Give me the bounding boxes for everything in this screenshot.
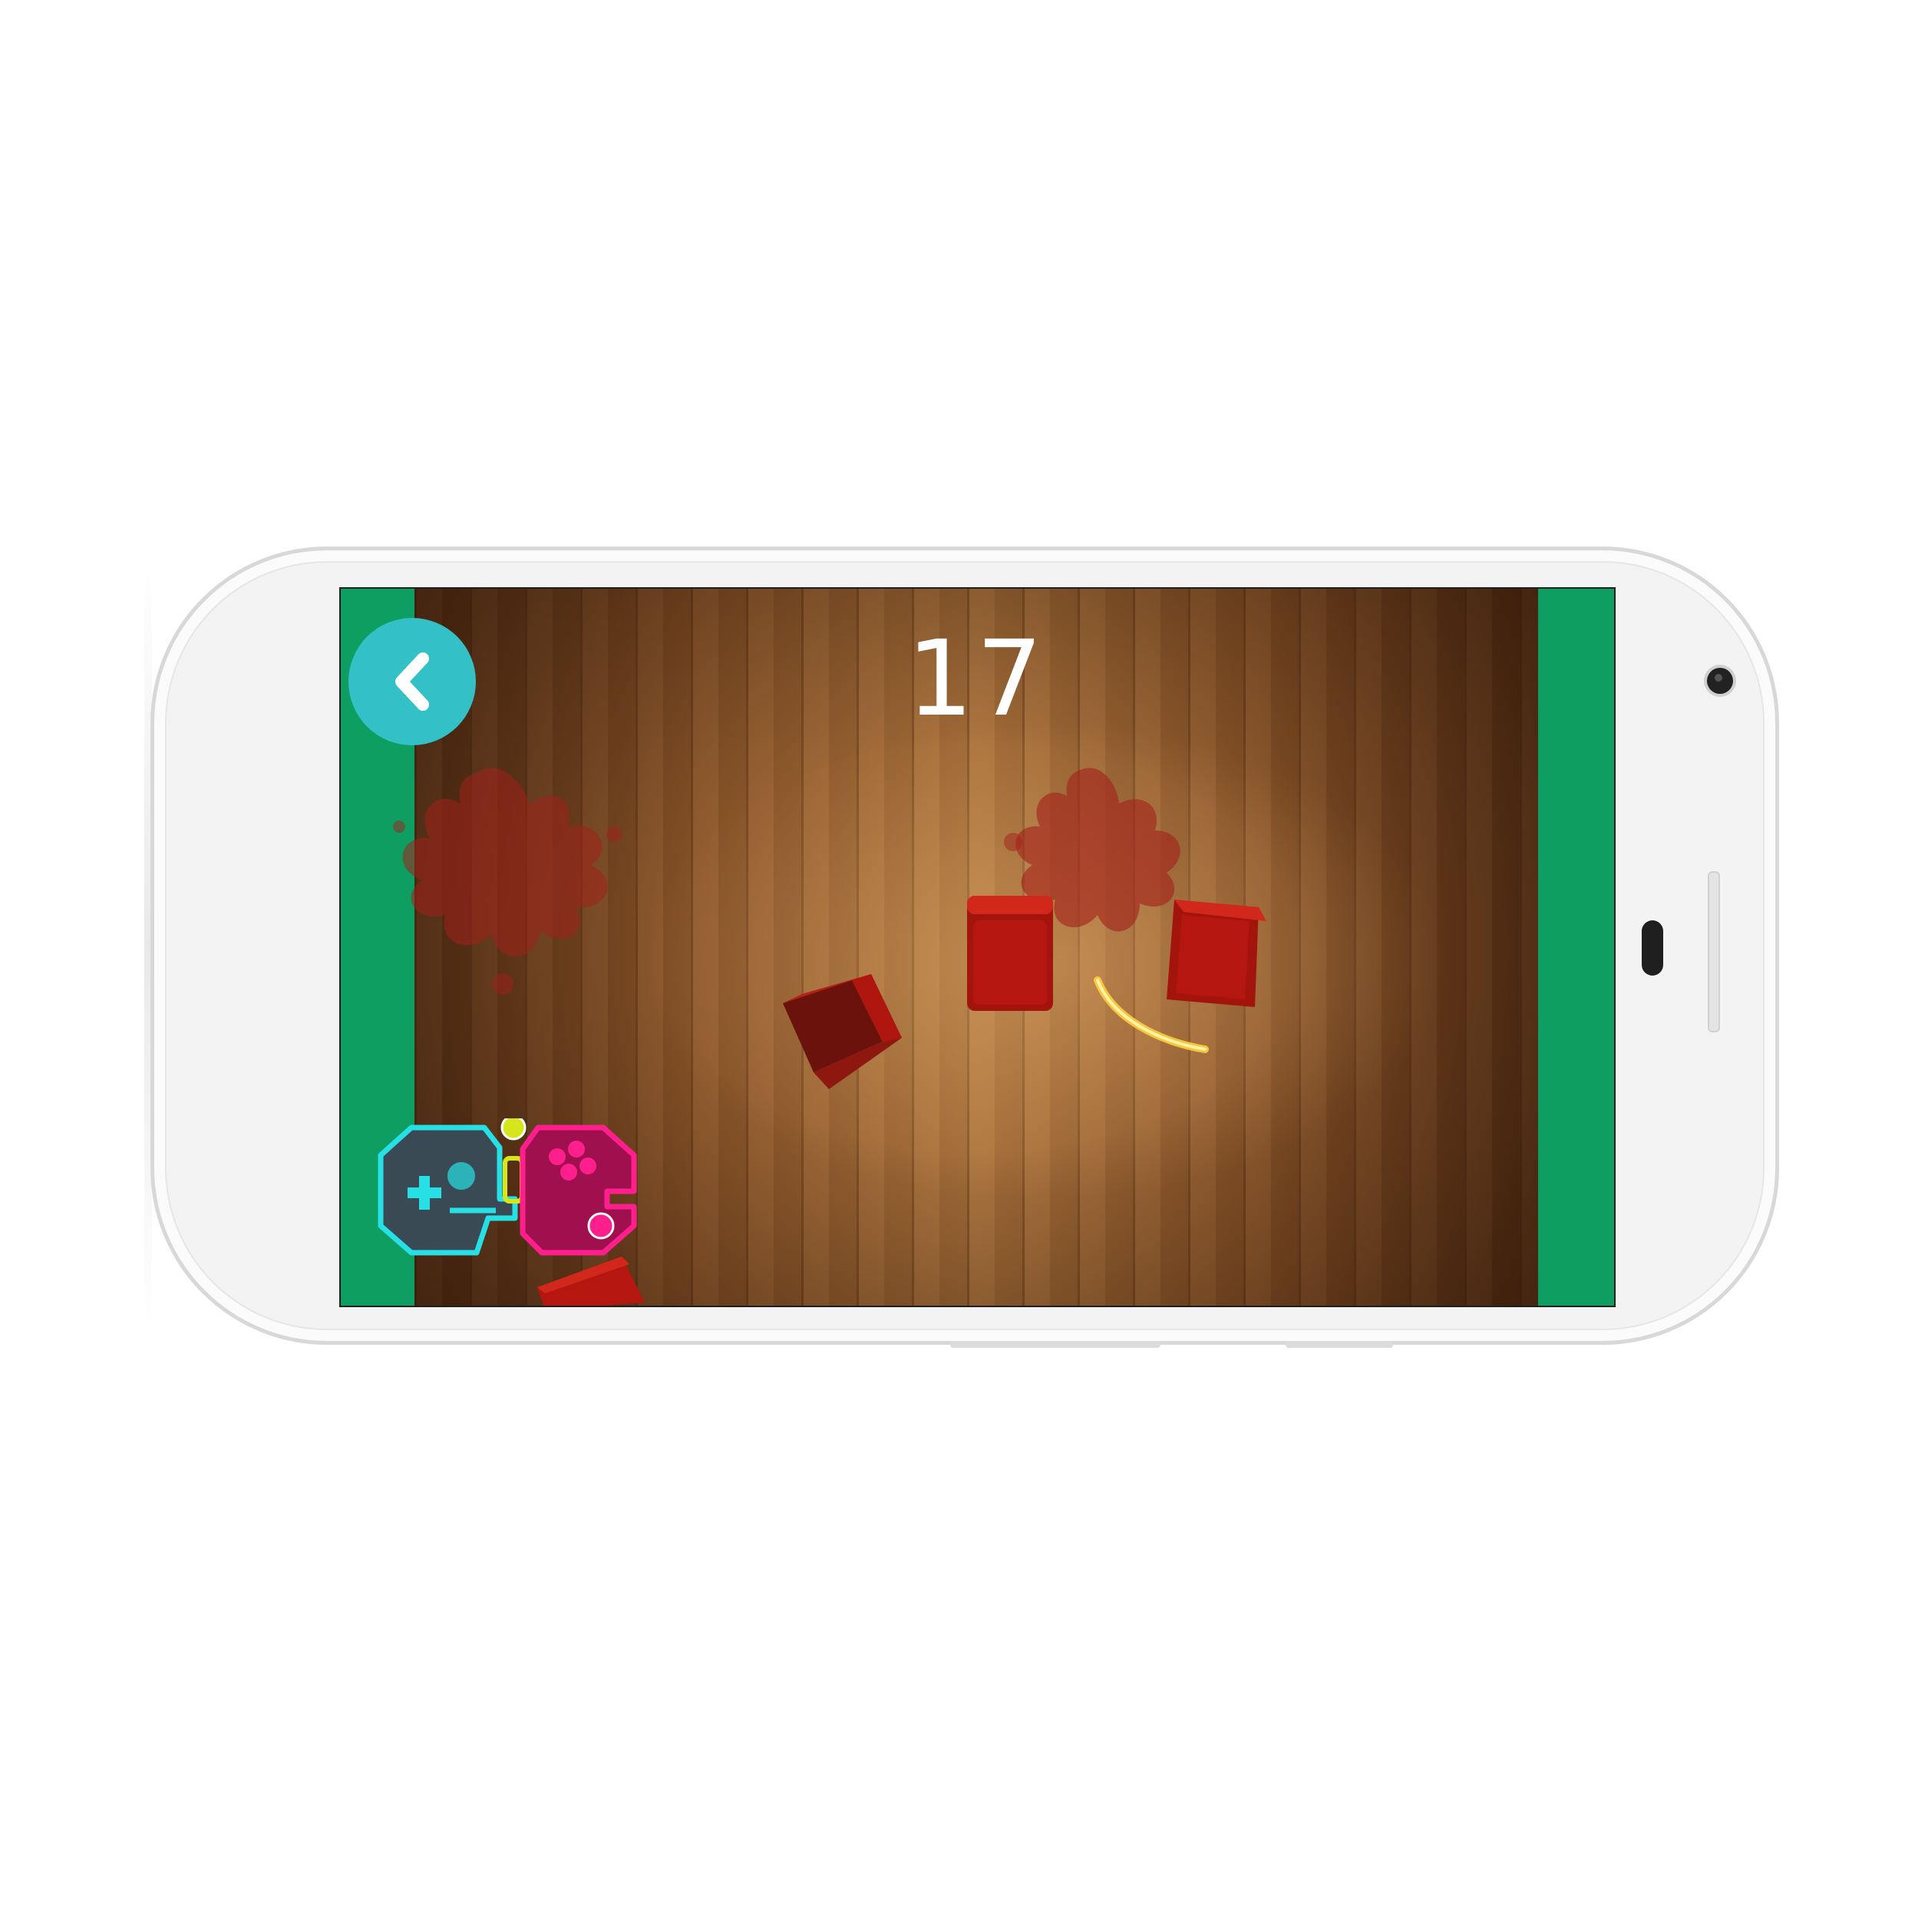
game-screen[interactable]: 17 <box>339 587 1616 1307</box>
chevron-left-icon <box>395 652 429 711</box>
phone-side-slot <box>1708 871 1720 1032</box>
fruit-cube-1[interactable] <box>768 949 921 1103</box>
game-controller-logo-icon <box>378 1118 637 1256</box>
blade-slash-trail <box>1094 976 1209 1053</box>
power-button[interactable] <box>1286 1342 1393 1348</box>
phone-speaker <box>1642 920 1663 976</box>
back-button[interactable] <box>348 618 476 745</box>
juice-splat-left <box>393 768 622 995</box>
volume-button[interactable] <box>950 1342 1160 1348</box>
fruit-cube-2[interactable] <box>952 882 1067 1020</box>
front-camera-icon <box>1707 668 1733 694</box>
score-counter: 17 <box>906 619 1046 740</box>
